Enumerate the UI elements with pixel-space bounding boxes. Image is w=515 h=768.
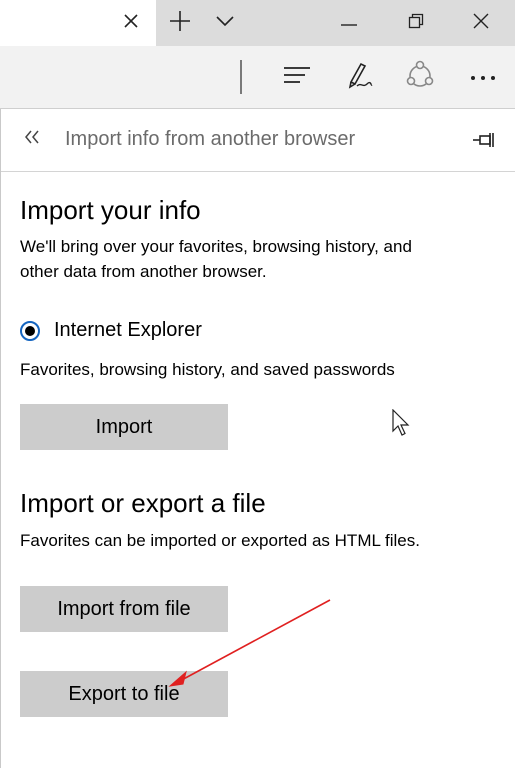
- restore-button[interactable]: [393, 0, 439, 46]
- hub-icon: [283, 66, 311, 89]
- minimize-button[interactable]: [326, 0, 372, 46]
- mouse-cursor-icon: [392, 408, 412, 442]
- pin-icon[interactable]: [472, 131, 496, 154]
- title-bar: [0, 0, 515, 46]
- import-panel: Import info from another browser Import …: [0, 109, 515, 768]
- tab-close-button[interactable]: [108, 0, 154, 46]
- import-info-heading: Import your info: [20, 195, 201, 225]
- close-icon: [123, 13, 139, 34]
- minimize-icon: [341, 14, 357, 32]
- file-section-heading: Import or export a file: [20, 488, 266, 518]
- panel-header: Import info from another browser: [1, 109, 515, 172]
- radio-dot: [25, 325, 35, 336]
- import-button[interactable]: Import: [20, 404, 228, 450]
- close-icon: [473, 13, 489, 34]
- tab-list-button[interactable]: [204, 0, 246, 46]
- browser-option-detail: Favorites, browsing history, and saved p…: [20, 360, 395, 379]
- import-info-description-line1: We'll bring over your favorites, browsin…: [20, 237, 412, 256]
- panel-title: Import info from another browser: [65, 128, 356, 150]
- toolbar: [0, 46, 515, 109]
- radio-label: Internet Explorer: [54, 319, 202, 341]
- new-tab-button[interactable]: [156, 0, 204, 46]
- hub-button[interactable]: [272, 46, 322, 108]
- import-info-description: We'll bring over your favorites, browsin…: [20, 234, 412, 284]
- import-from-file-button[interactable]: Import from file: [20, 586, 228, 632]
- more-icon: [470, 68, 496, 86]
- restore-icon: [408, 13, 424, 34]
- double-chevron-left-icon[interactable]: [23, 127, 41, 151]
- share-icon: [405, 60, 435, 95]
- window-close-button[interactable]: [458, 0, 504, 46]
- radio-button[interactable]: [20, 320, 40, 341]
- export-to-file-button[interactable]: Export to file: [20, 671, 228, 717]
- file-section-description: Favorites can be imported or exported as…: [20, 531, 420, 550]
- plus-icon: [169, 10, 191, 37]
- chevron-down-icon: [216, 14, 234, 32]
- import-info-description-line2: other data from another browser.: [20, 262, 267, 281]
- pen-icon: [343, 60, 373, 95]
- web-note-button[interactable]: [333, 46, 383, 108]
- share-button[interactable]: [395, 46, 445, 108]
- toolbar-divider: [240, 60, 242, 94]
- more-button[interactable]: [458, 46, 508, 108]
- radio-internet-explorer[interactable]: Internet Explorer: [20, 319, 202, 342]
